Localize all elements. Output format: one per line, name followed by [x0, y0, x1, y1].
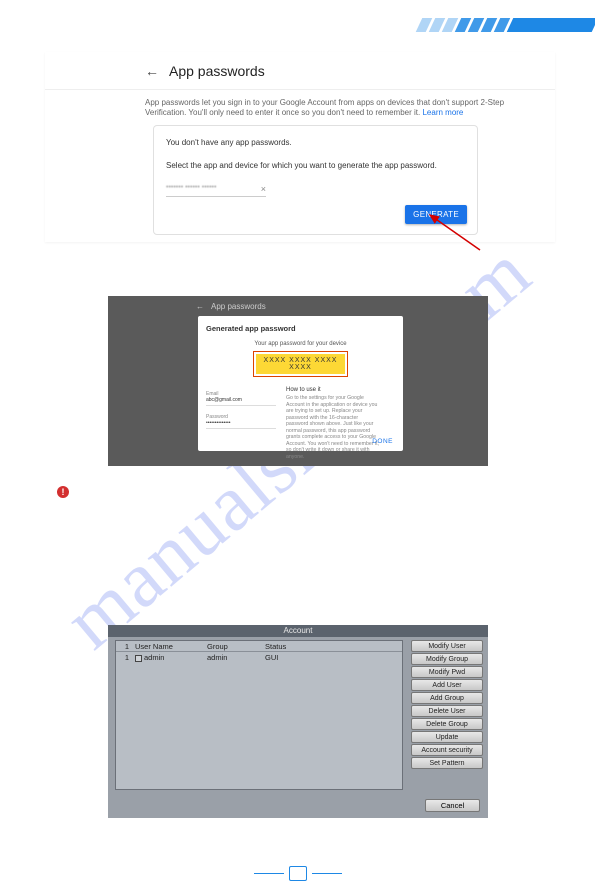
set-pattern-button[interactable]: Set Pattern [411, 757, 483, 769]
row-checkbox[interactable] [135, 655, 142, 662]
annotation-arrow [420, 210, 490, 255]
back-arrow-icon[interactable]: ← [145, 63, 159, 79]
delete-group-button[interactable]: Delete Group [411, 718, 483, 730]
account-window-screenshot: Account 1 User Name Group Status 1 admin… [108, 625, 488, 818]
learn-more-link[interactable]: Learn more [422, 108, 463, 117]
add-group-button[interactable]: Add Group [411, 692, 483, 704]
row-group: admin [204, 652, 262, 662]
action-buttons: Modify User Modify Group Modify Pwd Add … [411, 640, 483, 769]
generated-password-card: Generated app password Your app password… [198, 316, 403, 451]
page-subtitle: App passwords let you sign in to your Go… [45, 90, 505, 119]
done-button[interactable]: DONE [372, 438, 393, 445]
password-label: Your app password for your device [206, 341, 395, 347]
user-table: 1 User Name Group Status 1 admin admin G… [115, 640, 403, 790]
generated-password-screenshot: ← App passwords Generated app password Y… [108, 296, 488, 466]
cancel-button[interactable]: Cancel [425, 799, 480, 812]
account-security-button[interactable]: Account security [411, 744, 483, 756]
add-user-button[interactable]: Add User [411, 679, 483, 691]
row-username: admin [132, 652, 204, 662]
dialog-header: App passwords [211, 302, 266, 311]
update-button[interactable]: Update [411, 731, 483, 743]
warning-icon: ! [57, 486, 69, 498]
page-number-box [289, 866, 307, 881]
back-arrow-icon[interactable]: ← [196, 302, 204, 311]
no-passwords-text: You don't have any app passwords. [166, 138, 465, 147]
footer-line-left [254, 873, 284, 874]
modify-group-button[interactable]: Modify Group [411, 653, 483, 665]
row-status: GUI [262, 652, 312, 662]
modify-pwd-button[interactable]: Modify Pwd [411, 666, 483, 678]
page-title: App passwords [169, 63, 265, 79]
instruction-text: Select the app and device for which you … [166, 161, 465, 170]
card-title: Generated app password [206, 324, 395, 333]
clear-icon[interactable]: × [261, 184, 266, 194]
page-footer [0, 866, 595, 881]
how-to-use-body: Go to the settings for your Google Accou… [286, 395, 381, 460]
device-input-value: ••••••• •••••• •••••• [166, 184, 216, 194]
col-index: 1 [116, 641, 132, 651]
col-status: Status [262, 641, 312, 651]
email-value: abc@gmail.com [206, 397, 276, 406]
col-username: User Name [132, 641, 204, 651]
modify-user-button[interactable]: Modify User [411, 640, 483, 652]
footer-line-right [312, 873, 342, 874]
generated-password-value: XXXX XXXX XXXX XXXX [256, 354, 345, 374]
password-highlight: XXXX XXXX XXXX XXXX [253, 351, 348, 377]
table-row[interactable]: 1 admin admin GUI [116, 652, 402, 662]
col-group: Group [204, 641, 262, 651]
delete-user-button[interactable]: Delete User [411, 705, 483, 717]
header-decoration [419, 18, 595, 32]
how-to-use-heading: How to use it [286, 387, 395, 393]
password-field-value: •••••••••••••• [206, 420, 276, 429]
window-title: Account [108, 625, 488, 637]
device-input[interactable]: ••••••• •••••• •••••• × [166, 184, 266, 197]
row-index: 1 [116, 652, 132, 662]
